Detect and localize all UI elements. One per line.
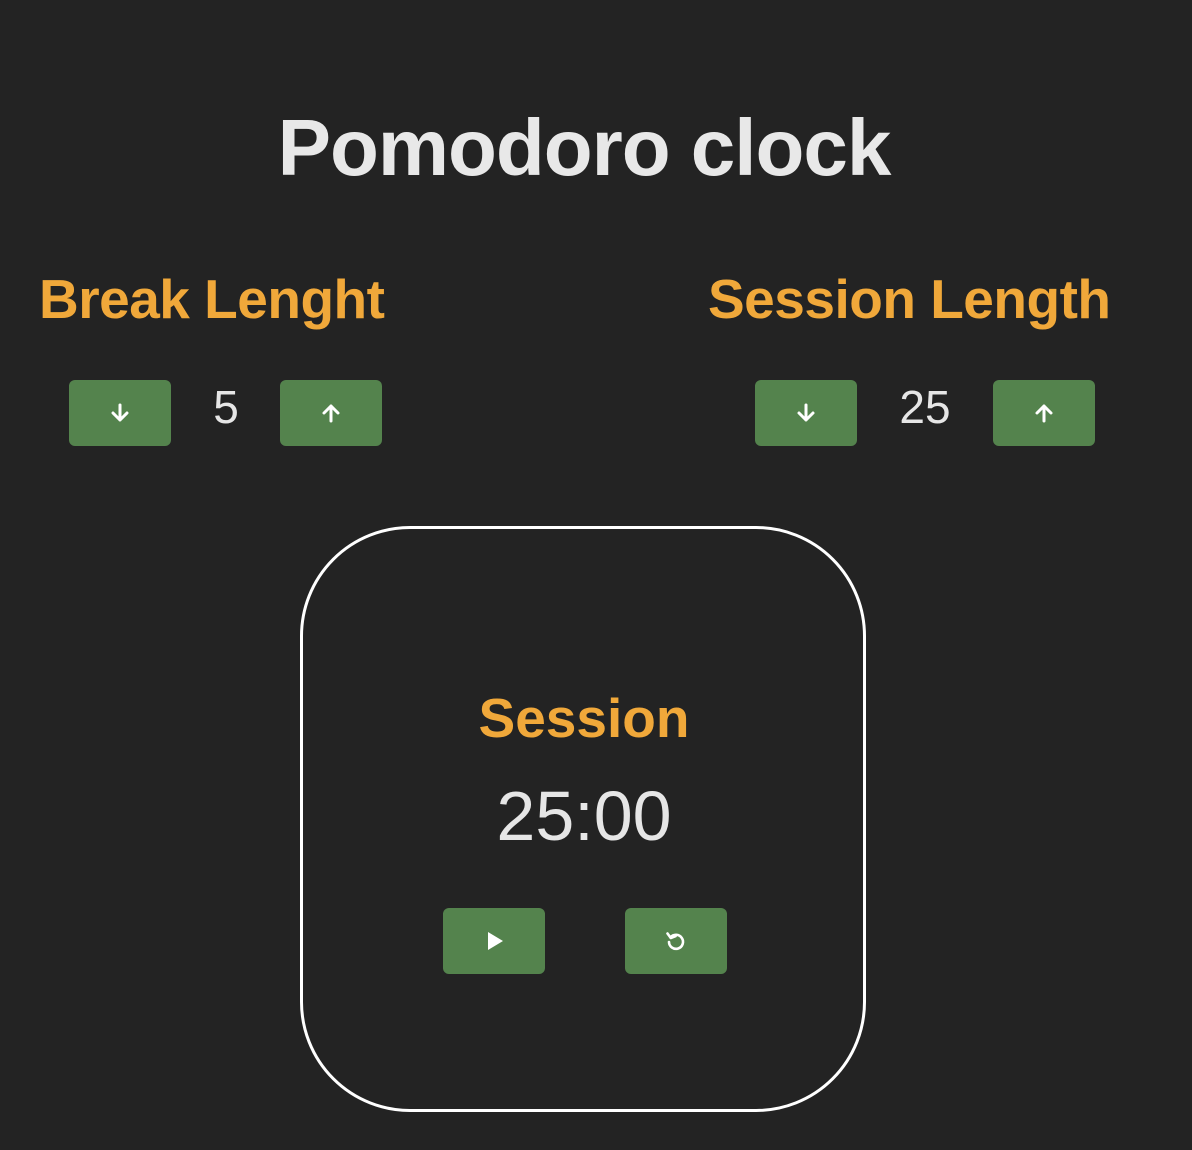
break-length-value: 5 [213, 381, 239, 433]
arrow-down-icon [795, 401, 817, 425]
break-increment-button[interactable] [280, 380, 382, 446]
start-stop-button[interactable] [443, 908, 545, 974]
reset-button[interactable] [625, 908, 727, 974]
session-decrement-button[interactable] [755, 380, 857, 446]
play-icon [483, 929, 505, 953]
session-increment-button[interactable] [993, 380, 1095, 446]
break-decrement-button[interactable] [69, 380, 171, 446]
arrow-up-icon [1033, 401, 1055, 425]
reset-icon [664, 929, 688, 953]
arrow-down-icon [109, 401, 131, 425]
timer-label: Session [478, 687, 690, 749]
break-label: Break Lenght [39, 268, 385, 330]
arrow-up-icon [320, 401, 342, 425]
session-length-value: 25 [899, 381, 951, 433]
time-left: 25:00 [496, 777, 672, 855]
page-title: Pomodoro clock [277, 103, 892, 192]
session-label: Session Length [708, 268, 1111, 330]
